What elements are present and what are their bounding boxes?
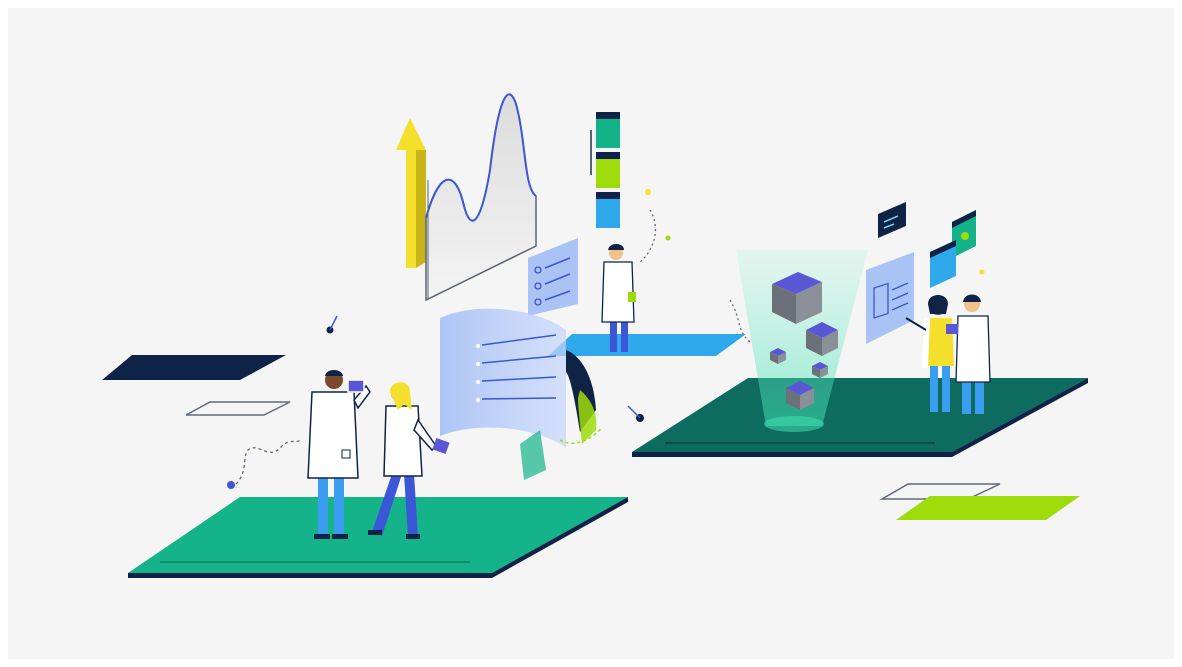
illustration-svg: [102, 93, 1088, 578]
illustration-scene: [0, 0, 1182, 667]
card-icon: [590, 112, 620, 228]
right-platform: [632, 378, 1088, 457]
arrow-up-icon: [396, 118, 426, 268]
checklist-card: [528, 238, 578, 316]
blue-bridge: [548, 334, 746, 356]
chart-icon: [425, 93, 537, 302]
floating-plate-outline: [185, 401, 291, 416]
left-platform: [128, 497, 628, 578]
floating-plate-navy: [102, 355, 286, 380]
